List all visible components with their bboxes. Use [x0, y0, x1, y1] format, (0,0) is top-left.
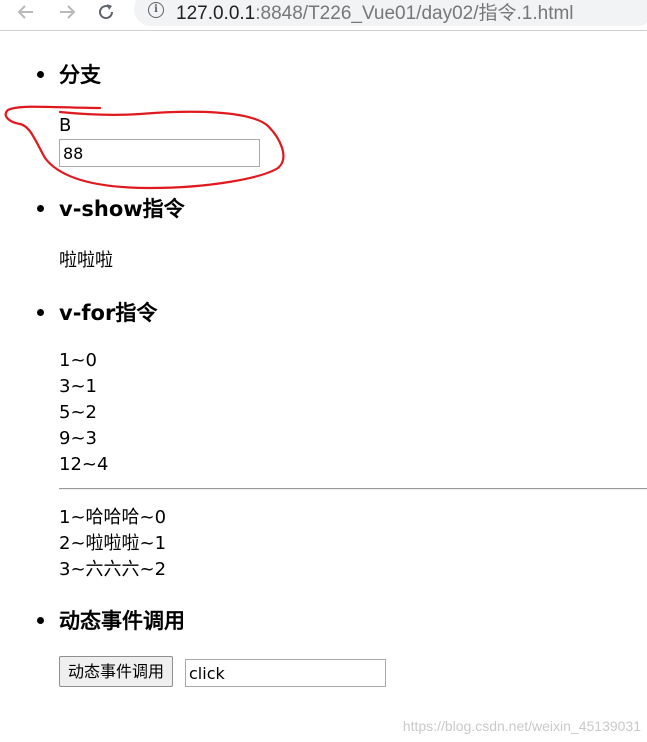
- branch-value-text: B: [59, 115, 72, 136]
- event-heading: 动态事件调用: [37, 605, 185, 635]
- list-item: 5~2: [59, 402, 97, 423]
- browser-toolbar: i 127.0.0.1:8848/T226_Vue01/day02/指令.1.h…: [0, 0, 647, 31]
- info-icon[interactable]: i: [148, 2, 164, 18]
- event-name-input[interactable]: [185, 659, 386, 687]
- list-item: 12~4: [59, 454, 109, 475]
- vshow-text: 啦啦啦: [59, 250, 113, 271]
- branch-heading: 分支: [37, 59, 101, 89]
- back-arrow-icon[interactable]: [14, 0, 38, 24]
- url-path: :8848/T226_Vue01/day02/指令.1.html: [255, 3, 574, 24]
- list-item: 2~啦啦啦~1: [59, 533, 167, 554]
- watermark: https://blog.csdn.net/weixin_45139031: [402, 718, 641, 734]
- branch-input[interactable]: [59, 139, 260, 167]
- forward-arrow-icon[interactable]: [55, 0, 79, 24]
- dynamic-event-button[interactable]: 动态事件调用: [59, 656, 174, 687]
- list-item: 3~六六六~2: [59, 559, 167, 580]
- forward-arrow-svg: [60, 5, 76, 19]
- vfor-heading: v-for指令: [36, 297, 157, 327]
- horizontal-rule: [59, 488, 647, 490]
- list-item: 1~0: [59, 350, 97, 371]
- list-item: 9~3: [59, 428, 97, 449]
- back-arrow-svg: [17, 5, 33, 19]
- url-text: 127.0.0.1:8848/T226_Vue01/day02/指令.1.htm…: [176, 0, 574, 25]
- vshow-heading: v-show指令: [37, 193, 185, 223]
- list-item: 1~哈哈哈~0: [59, 507, 167, 528]
- url-host: 127.0.0.1: [176, 3, 256, 24]
- reload-icon[interactable]: [94, 0, 118, 24]
- reload-svg: [99, 4, 114, 20]
- list-item: 3~1: [59, 376, 97, 397]
- address-bar[interactable]: i 127.0.0.1:8848/T226_Vue01/day02/指令.1.h…: [134, 0, 647, 26]
